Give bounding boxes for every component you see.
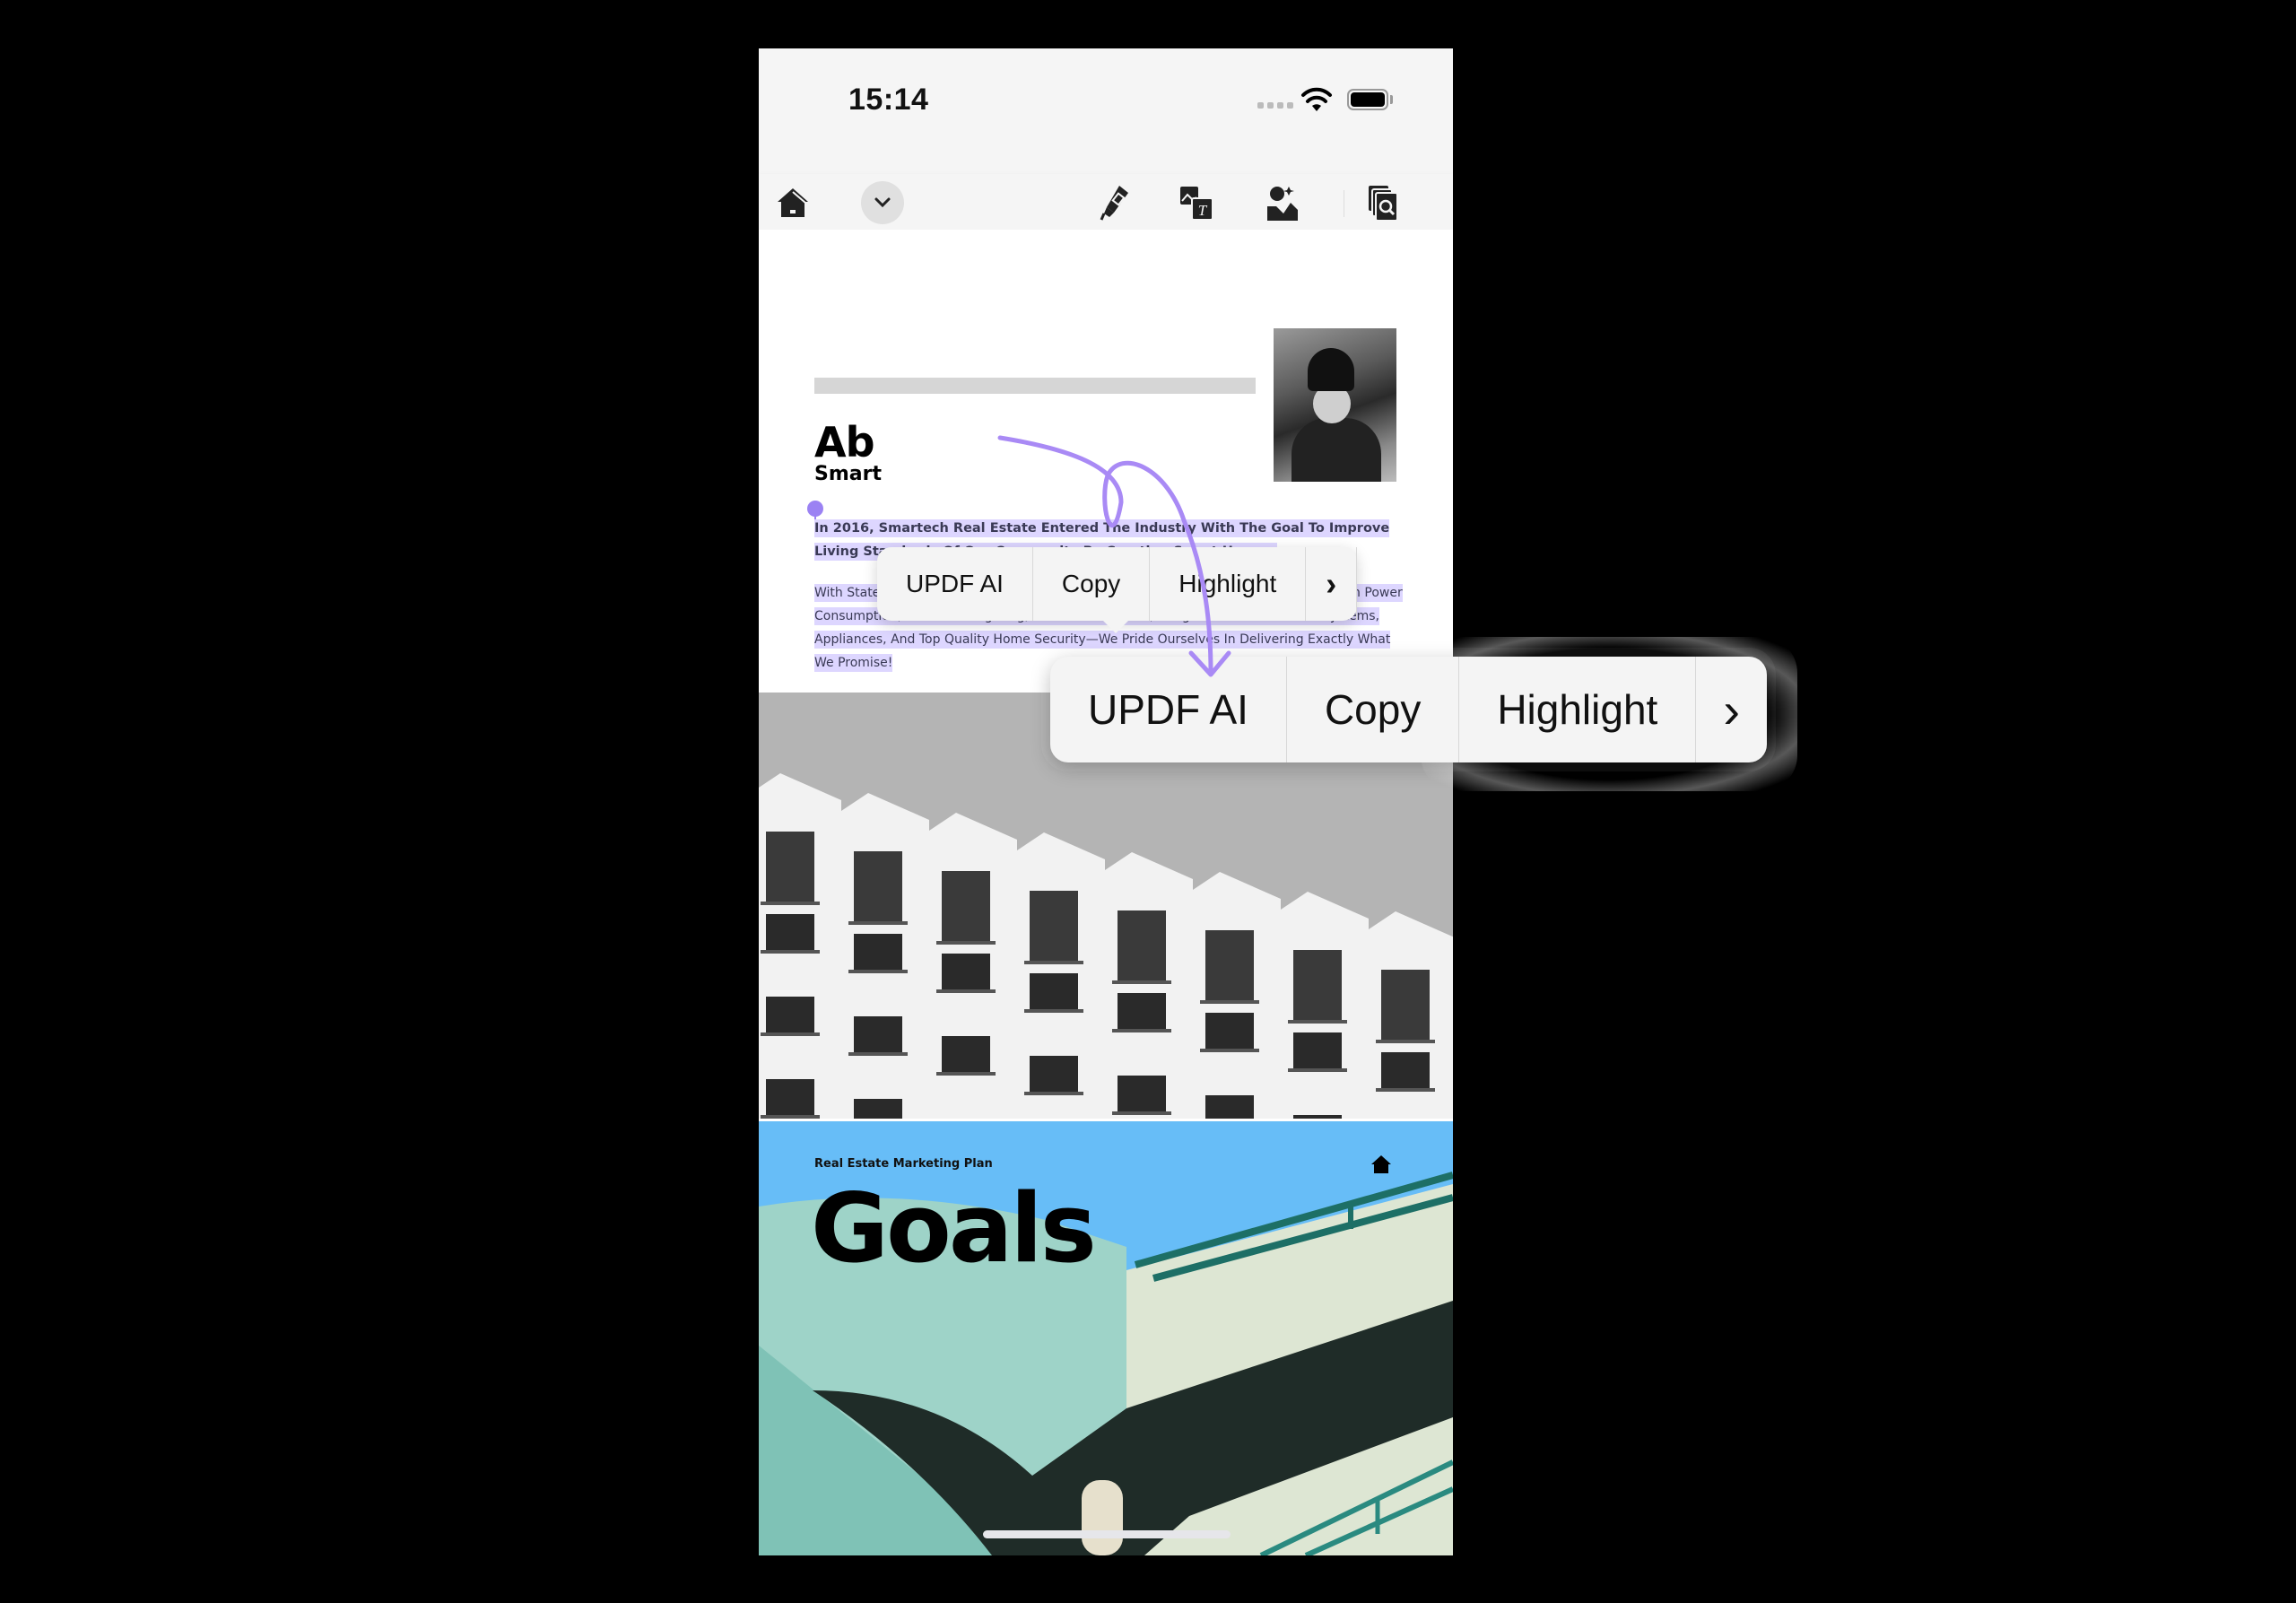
building-window [1205,1013,1254,1049]
building-balcony-rail [936,1072,996,1076]
menu-more-button[interactable]: › [1306,547,1358,621]
building-window [1205,1095,1254,1119]
battery-tip [1390,95,1393,104]
status-time: 15:14 [848,83,929,117]
pdf-page-about: Ab Smart In 2016, Smartech Real Estate E… [759,230,1453,693]
text-selection-menu: UPDF AI Copy Highlight › [877,547,1358,633]
document-menu-button[interactable] [861,181,904,224]
building-window [1030,973,1078,1009]
building-balcony-rail [936,941,996,945]
goals-page-label: Real Estate Marketing Plan [814,1157,993,1171]
building-window [1381,970,1430,1040]
building-balcony-rail [761,1115,820,1119]
building-balcony-rail [1112,1111,1171,1115]
building-window [1030,891,1078,961]
chevron-right-icon: › [1326,565,1337,602]
chevron-right-icon: › [1723,681,1740,738]
menu-copy[interactable]: Copy [1033,547,1151,621]
building-window [942,871,990,941]
building-balcony-rail [761,1032,820,1036]
building-balcony-rail [1112,980,1171,984]
building-balcony-rail [1024,1092,1083,1095]
image-text-icon: T [1180,187,1213,221]
pages-search-icon [1369,186,1398,222]
building-window [1293,950,1342,1020]
building-window [942,954,990,989]
building-balcony-rail [761,902,820,905]
building-balcony-rail [1376,1088,1435,1092]
building-window [1118,1076,1166,1111]
building-balcony-rail [1112,1029,1171,1032]
menu-more-button-large[interactable]: › [1696,657,1767,762]
building-balcony-rail [761,950,820,954]
chevron-down-icon [874,197,891,208]
building-window [766,997,814,1032]
wifi-icon [1301,87,1332,111]
pdf-page-goals: Real Estate Marketing Plan Goals [759,1121,1453,1555]
toolbar: T [759,174,1453,231]
building-balcony-rail [848,1052,908,1056]
building-window [1030,1056,1078,1092]
ai-person-icon [1267,187,1298,221]
building-balcony-rail [1288,1068,1347,1072]
building-window [942,1036,990,1072]
home-indicator[interactable] [983,1530,1231,1538]
building-window [1205,930,1254,1000]
building-balcony-rail [848,970,908,973]
image-text-button[interactable]: T [1177,183,1216,222]
page-search-button[interactable] [1363,183,1403,222]
building-balcony-rail [1288,1020,1347,1024]
building-window [766,832,814,902]
status-bar: 15:14 [759,48,1453,174]
building-window [766,914,814,950]
building-window [854,1099,902,1119]
menu-updf-ai[interactable]: UPDF AI [877,547,1033,621]
building-window [1381,1052,1430,1088]
cellular-signal-icon [1257,102,1293,109]
menu-pointer [1103,621,1128,633]
menu-updf-ai-large[interactable]: UPDF AI [1050,657,1287,762]
menu-highlight[interactable]: Highlight [1150,547,1307,621]
decorative-bar [814,378,1256,394]
highlighter-button[interactable] [1094,183,1134,222]
enlarged-selection-menu: UPDF AI Copy Highlight › [1050,657,1767,762]
goals-title: Goals [811,1173,1097,1284]
building-window [854,851,902,921]
building-window [1293,1115,1342,1119]
building-window [854,1016,902,1052]
building-balcony-rail [1024,961,1083,964]
building-window [1118,910,1166,980]
section-subheading: Smart [814,463,882,485]
menu-copy-large[interactable]: Copy [1287,657,1460,762]
building-window [1118,993,1166,1029]
battery-icon [1347,89,1388,110]
building-balcony-rail [1024,1009,1083,1013]
building-balcony-rail [1200,1049,1259,1052]
building-window [1293,1032,1342,1068]
home-icon [778,188,808,217]
building-balcony-rail [1376,1040,1435,1043]
building-balcony-rail [1200,1000,1259,1004]
highlighter-icon [1100,186,1128,221]
phone-screen: 15:14 T Ab Smart In 2016, Smartech Real … [759,48,1453,1555]
menu-highlight-large[interactable]: Highlight [1459,657,1697,762]
building-balcony-rail [848,921,908,925]
ai-tools-button[interactable] [1263,183,1302,222]
building-window [766,1079,814,1115]
svg-text:T: T [1198,202,1208,219]
building-window [854,934,902,970]
home-button[interactable] [773,183,813,222]
building-balcony-rail [936,989,996,993]
portrait-photo [1274,328,1396,482]
section-heading: Ab [814,418,875,466]
home-icon [1371,1155,1391,1173]
